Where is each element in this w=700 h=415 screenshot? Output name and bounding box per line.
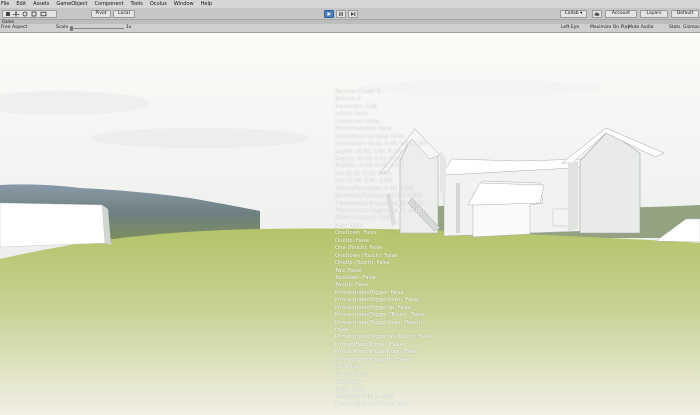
debug-line: WasRecentered: False [335, 215, 392, 222]
debug-line: SecondaryTouchpad: (0.00, 0.00) [335, 193, 421, 200]
rotate-tool-icon [22, 11, 28, 17]
debug-line: Right: False [335, 386, 366, 393]
maximize-on-play-toggle[interactable]: Maximize On Play [590, 24, 630, 32]
debug-line: Left: False [335, 379, 362, 386]
menu-oculus[interactable]: Oculus [150, 0, 167, 8]
building-left [0, 202, 106, 248]
transform-tools[interactable] [2, 10, 57, 18]
debug-line: OneDown (Touch): False [335, 252, 398, 259]
debug-line: PrimaryHandTriggerDown: False [335, 349, 418, 356]
menu-window[interactable]: Window [174, 0, 194, 8]
scale-value: 1x [126, 25, 132, 30]
menu-bar: File Edit Assets GameObject Component To… [0, 0, 700, 8]
debug-line: OneUp (Touch): False [335, 260, 390, 267]
layout-dropdown[interactable]: Default [671, 10, 699, 18]
local-toggle[interactable]: Local [113, 10, 135, 18]
scale-slider[interactable] [70, 28, 124, 29]
debug-line: Down: False [335, 371, 367, 378]
gizmos-dropdown[interactable]: Gizmos [683, 24, 700, 32]
debug-line: PrimaryIndexTriggerDown: False [335, 297, 419, 304]
pause-icon [339, 12, 343, 16]
layers-dropdown[interactable]: Layers [640, 10, 668, 18]
step-icon [351, 12, 356, 16]
debug-line: Controllers Changed: False [335, 133, 405, 140]
debug-line: PrimaryIndexTrigger (Touch): False [335, 312, 425, 319]
debug-line: PrimaryIndexTriggerUp: False [335, 304, 411, 311]
menu-component[interactable]: Component [95, 0, 124, 8]
stats-toggle[interactable]: Stats [669, 24, 681, 32]
hand-tool-icon [6, 12, 10, 16]
debug-line: TouchpadDown (Click): False [335, 401, 409, 408]
controller-debug-overlay: RecenterCount: 0 Battery: 0 Framerate: 0.0… [335, 89, 431, 409]
scale-label: Scale [56, 25, 69, 30]
debug-line: PrimaryIndexTriggerUp (Touch): False [335, 334, 432, 341]
debug-line: TwoUp: False [335, 282, 369, 289]
debug-line: Two: False [335, 267, 362, 274]
account-dropdown[interactable]: Account [605, 10, 637, 18]
menu-help[interactable]: Help [201, 0, 212, 8]
debug-line: Acc: (0.00, 0.00, 0.00) [335, 178, 393, 185]
mute-audio-toggle[interactable]: Mute Audio [628, 24, 654, 32]
debug-line: AngVel: (0.00, 0.00, 0.00) [335, 148, 402, 155]
step-button[interactable] [348, 10, 358, 18]
menu-tools[interactable]: Tools [131, 0, 143, 8]
play-button[interactable] [324, 10, 334, 18]
rect-tool-icon [40, 11, 47, 17]
menu-assets[interactable]: Assets [33, 0, 49, 8]
menu-gameobject[interactable]: GameObject [56, 0, 87, 8]
game-viewport[interactable]: RecenterCount: 0 Battery: 0 Framerate: 0.0… [0, 33, 700, 415]
debug-line: One (Touch): False [335, 245, 383, 252]
menu-edit[interactable]: Edit [16, 0, 26, 8]
eye-dropdown[interactable]: Left Eye [561, 24, 579, 32]
debug-line: PrimaryIndexTriggerDown (Touch): [335, 319, 425, 326]
game-view-bar: Free Aspect Scale 1x Left Eye Maximize O… [0, 24, 700, 33]
cloud-icon [594, 12, 600, 16]
debug-line: PrimaryIndexTriggerAxis1D: (0.00) [335, 200, 425, 207]
debug-line: PrevConnected: None [335, 126, 392, 133]
main-toolbar: Pivot Local Collab ▾ Account Layers Defa… [0, 8, 700, 20]
aspect-dropdown[interactable]: Free Aspect [1, 24, 27, 32]
pivot-toggle[interactable]: Pivot [91, 10, 111, 18]
move-tool-icon [12, 11, 20, 17]
debug-line: PrimaryTouchpad: (0.00, 0.00) [335, 185, 414, 192]
debug-line: Orientation: (0.00, 0.00, 0.00, 1.00) [335, 141, 428, 148]
pause-button[interactable] [336, 10, 346, 18]
debug-line: Up: False [335, 364, 359, 371]
debug-line: OneDown: False [335, 230, 377, 237]
debug-line: Active: None [335, 111, 368, 118]
debug-line: Battery: 0 [335, 96, 361, 103]
scale-slider-handle[interactable] [70, 26, 73, 31]
debug-line: Position: (0.00, 0.00, 0.00) [335, 163, 404, 170]
cloud-button[interactable] [592, 10, 602, 18]
menu-file[interactable]: File [1, 0, 9, 8]
collab-dropdown[interactable]: Collab ▾ [560, 10, 587, 18]
scale-tool-icon [31, 11, 37, 17]
play-icon [327, 12, 331, 16]
